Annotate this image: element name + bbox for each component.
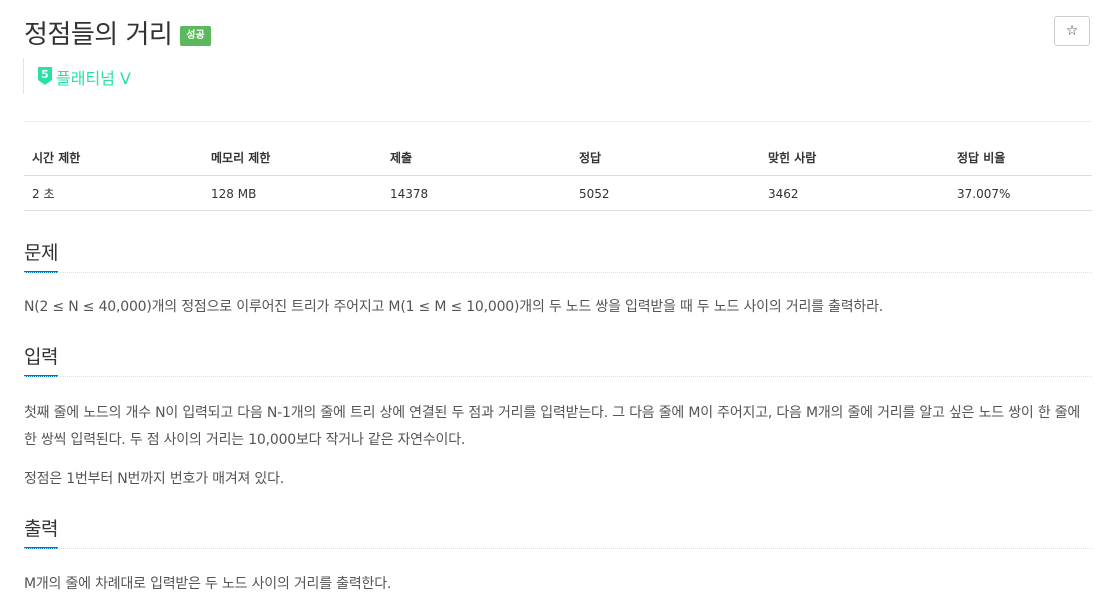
input-section-header: 입력 — [24, 342, 1092, 377]
accepted-header: 정답 — [571, 141, 760, 176]
problem-info-table: 시간 제한 메모리 제한 제출 정답 맞힌 사람 정답 비율 2 초 128 M… — [24, 141, 1092, 211]
submissions-header: 제출 — [382, 141, 571, 176]
status-badge: 성공 — [180, 25, 211, 46]
tier-number: 5 — [41, 68, 49, 81]
time-limit-header: 시간 제한 — [24, 141, 203, 176]
section-divider — [24, 548, 1092, 549]
accuracy-value: 37.007% — [949, 175, 1092, 211]
star-icon: ☆ — [1065, 23, 1079, 39]
problem-description: N(2 ≤ N ≤ 40,000)개의 정점으로 이루어진 트리가 주어지고 M… — [24, 299, 884, 315]
solvers-value[interactable]: 3462 — [760, 175, 949, 211]
section-divider — [24, 272, 1092, 273]
favorite-button[interactable]: ☆ — [1054, 16, 1090, 46]
accuracy-header: 정답 비율 — [949, 141, 1092, 176]
tier-label: 플래티넘 V — [56, 69, 131, 88]
output-section-title: 출력 — [24, 514, 58, 549]
input-description: 첫째 줄에 노드의 개수 N이 입력되고 다음 N-1개의 줄에 트리 상에 연… — [24, 405, 1081, 448]
time-limit-value: 2 초 — [24, 175, 203, 211]
submissions-value[interactable]: 14378 — [382, 175, 571, 211]
memory-limit-value: 128 MB — [203, 175, 382, 211]
input-section-title: 입력 — [24, 342, 58, 377]
section-divider — [24, 376, 1092, 377]
platinum-tier-icon: 5 — [38, 67, 52, 85]
table-row: 2 초 128 MB 14378 5052 3462 37.007% — [24, 175, 1092, 211]
table-header-row: 시간 제한 메모리 제한 제출 정답 맞힌 사람 정답 비율 — [24, 141, 1092, 176]
problem-section-header: 문제 — [24, 238, 1092, 273]
tier-indicator[interactable]: 5 플래티넘 V — [23, 58, 131, 94]
problem-section-title: 문제 — [24, 238, 58, 273]
accepted-value[interactable]: 5052 — [571, 175, 760, 211]
problem-title-row: 정점들의 거리 성공 — [24, 14, 211, 51]
input-note: 정점은 1번부터 N번까지 번호가 매겨져 있다. — [24, 471, 285, 487]
solvers-header: 맞힌 사람 — [760, 141, 949, 176]
output-section-header: 출력 — [24, 514, 1092, 549]
output-description: M개의 줄에 차례대로 입력받은 두 노드 사이의 거리를 출력한다. — [24, 576, 392, 592]
memory-limit-header: 메모리 제한 — [203, 141, 382, 176]
problem-title: 정점들의 거리 — [24, 20, 173, 50]
divider — [24, 121, 1092, 122]
